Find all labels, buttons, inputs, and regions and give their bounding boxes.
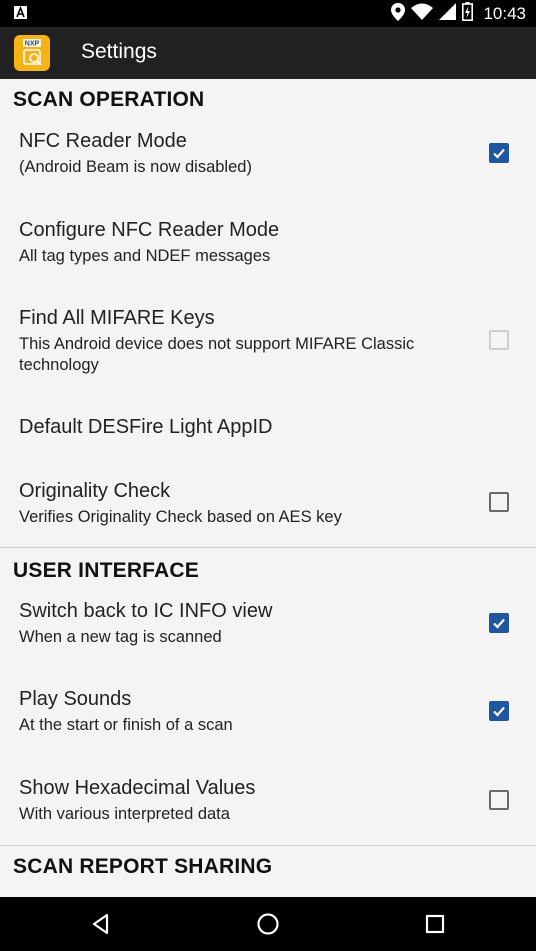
section-header-user-interface: USER INTERFACE xyxy=(13,559,199,582)
pref-default-desfire-light-appid[interactable]: Default DESFire Light AppID xyxy=(0,401,536,467)
signal-icon xyxy=(439,3,457,25)
switch-back-checkbox[interactable] xyxy=(489,613,509,633)
pref-title: Show Hexadecimal Values xyxy=(19,777,256,799)
location-icon xyxy=(391,2,406,26)
section-header-scan-report-sharing: SCAN REPORT SHARING xyxy=(13,855,273,878)
section-divider xyxy=(0,547,536,548)
home-icon[interactable] xyxy=(252,908,284,940)
pref-summary: With various interpreted data xyxy=(19,805,230,823)
a-icon xyxy=(14,5,27,24)
show-hex-values-checkbox[interactable] xyxy=(489,790,509,810)
pref-summary: Verifies Originality Check based on AES … xyxy=(19,508,342,526)
pref-summary: (Android Beam is now disabled) xyxy=(19,158,252,176)
pref-summary: This Android device does not support MIF… xyxy=(19,335,415,374)
pref-show-hexadecimal-values[interactable]: Show Hexadecimal Values With various int… xyxy=(0,767,536,845)
pref-originality-check[interactable]: Originality Check Verifies Originality C… xyxy=(0,467,536,547)
pref-configure-nfc-reader-mode[interactable]: Configure NFC Reader Mode All tag types … xyxy=(0,207,536,295)
pref-switch-back-to-ic-info[interactable]: Switch back to IC INFO view When a new t… xyxy=(0,591,536,679)
svg-text:NXP: NXP xyxy=(25,41,40,48)
nfc-reader-mode-checkbox[interactable] xyxy=(489,143,509,163)
battery-icon xyxy=(462,2,474,26)
nxp-app-icon: NXP xyxy=(14,35,50,71)
section-header-scan-operation: SCAN OPERATION xyxy=(13,88,205,111)
navigation-bar xyxy=(0,897,536,951)
pref-title: NFC Reader Mode xyxy=(19,130,187,152)
back-icon[interactable] xyxy=(85,908,117,940)
settings-list[interactable]: SCAN OPERATION NFC Reader Mode (Android … xyxy=(0,79,536,897)
pref-find-all-mifare-keys[interactable]: Find All MIFARE Keys This Android device… xyxy=(0,295,536,401)
originality-check-checkbox[interactable] xyxy=(489,492,509,512)
status-bar: 10:43 xyxy=(0,0,536,27)
pref-title: Default DESFire Light AppID xyxy=(19,416,273,438)
app-bar: NXP Settings xyxy=(0,27,536,79)
pref-summary: When a new tag is scanned xyxy=(19,628,222,646)
play-sounds-checkbox[interactable] xyxy=(489,701,509,721)
wifi-icon xyxy=(411,3,434,25)
section-divider xyxy=(0,845,536,846)
pref-play-sounds[interactable]: Play Sounds At the start or finish of a … xyxy=(0,679,536,767)
page-title: Settings xyxy=(81,40,157,63)
pref-title: Switch back to IC INFO view xyxy=(19,600,273,622)
pref-title: Configure NFC Reader Mode xyxy=(19,219,280,241)
pref-title: Find All MIFARE Keys xyxy=(19,307,215,329)
pref-summary: All tag types and NDEF messages xyxy=(19,247,271,265)
pref-nfc-reader-mode[interactable]: NFC Reader Mode (Android Beam is now dis… xyxy=(0,119,536,207)
pref-summary: At the start or finish of a scan xyxy=(19,716,233,734)
pref-title: Play Sounds xyxy=(19,688,132,710)
recents-icon[interactable] xyxy=(419,908,451,940)
find-all-mifare-keys-checkbox xyxy=(489,330,509,350)
pref-title: Originality Check xyxy=(19,480,171,502)
status-time: 10:43 xyxy=(483,4,526,23)
